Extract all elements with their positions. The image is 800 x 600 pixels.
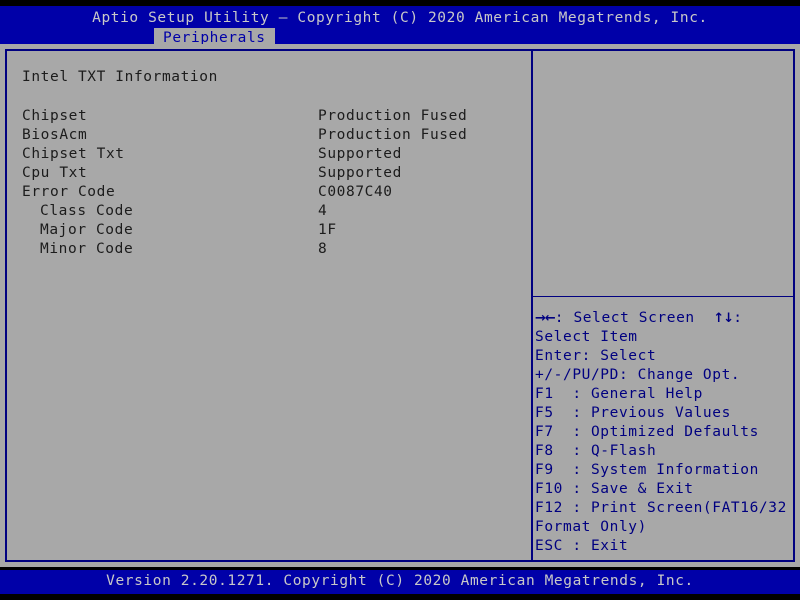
info-row-value: Production Fused: [318, 108, 468, 124]
info-row-value: C0087C40: [318, 184, 393, 200]
main-panel: Intel TXT Information Chipset Production …: [7, 51, 529, 560]
info-row-label: Major Code: [40, 222, 134, 238]
help-line: F8 : Q-Flash: [535, 443, 657, 459]
help-line: F9 : System Information: [535, 462, 759, 478]
help-line: F1 : General Help: [535, 386, 703, 402]
info-row-label: Error Code: [22, 184, 116, 200]
help-separator: [533, 296, 793, 297]
info-row-label: Cpu Txt: [22, 165, 88, 181]
info-row-value: Production Fused: [318, 127, 468, 143]
help-line: →←: Select Screen ↑↓: Select Item: [535, 310, 752, 345]
info-row[interactable]: Minor Code 8: [7, 240, 529, 259]
info-row-value: 1F: [318, 222, 337, 238]
help-line: ESC : Exit: [535, 538, 629, 554]
info-row-value: 8: [318, 241, 328, 257]
help-line: Enter: Select: [535, 348, 657, 364]
bios-setup-screen: Aptio Setup Utility – Copyright (C) 2020…: [0, 0, 800, 600]
header-bar: Aptio Setup Utility – Copyright (C) 2020…: [0, 6, 800, 49]
help-line: F12 : Print Screen(FAT16/32 Format Only): [535, 500, 787, 535]
info-row-value: Supported: [318, 165, 402, 181]
info-row-label: Minor Code: [40, 241, 134, 257]
info-row-value: 4: [318, 203, 328, 219]
arrow-keys-icon: →←: [535, 311, 556, 326]
info-row-label: BiosAcm: [22, 127, 88, 143]
help-line: F10 : Save & Exit: [535, 481, 694, 497]
info-row-label: Chipset Txt: [22, 146, 125, 162]
help-line: F7 : Optimized Defaults: [535, 424, 759, 440]
version-text: Version 2.20.1271. Copyright (C) 2020 Am…: [106, 573, 694, 589]
info-row[interactable]: Chipset Production Fused: [7, 107, 529, 126]
help-key-legend: →←: Select Screen ↑↓: Select Item Enter: …: [533, 309, 791, 556]
help-line: +/-/PU/PD: Change Opt.: [535, 367, 741, 383]
info-row-label: Chipset: [22, 108, 88, 124]
info-list: Chipset Production Fused BiosAcm Production…: [7, 107, 529, 259]
info-row-value: Supported: [318, 146, 402, 162]
info-row-label: Class Code: [40, 203, 134, 219]
help-line: F5 : Previous Values: [535, 405, 731, 421]
section-title: Intel TXT Information: [22, 69, 218, 85]
info-row[interactable]: Major Code 1F: [7, 221, 529, 240]
arrow-keys-icon: ↑↓: [713, 311, 734, 326]
info-row[interactable]: BiosAcm Production Fused: [7, 126, 529, 145]
help-panel: →←: Select Screen ↑↓: Select Item Enter: …: [533, 51, 793, 560]
info-row[interactable]: Error Code C0087C40: [7, 183, 529, 202]
footer-bar: Version 2.20.1271. Copyright (C) 2020 Am…: [0, 570, 800, 594]
info-row[interactable]: Cpu Txt Supported: [7, 164, 529, 183]
content-area: Intel TXT Information Chipset Production …: [0, 44, 800, 567]
info-row[interactable]: Chipset Txt Supported: [7, 145, 529, 164]
info-row[interactable]: Class Code 4: [7, 202, 529, 221]
page-title: Aptio Setup Utility – Copyright (C) 2020…: [92, 10, 708, 26]
